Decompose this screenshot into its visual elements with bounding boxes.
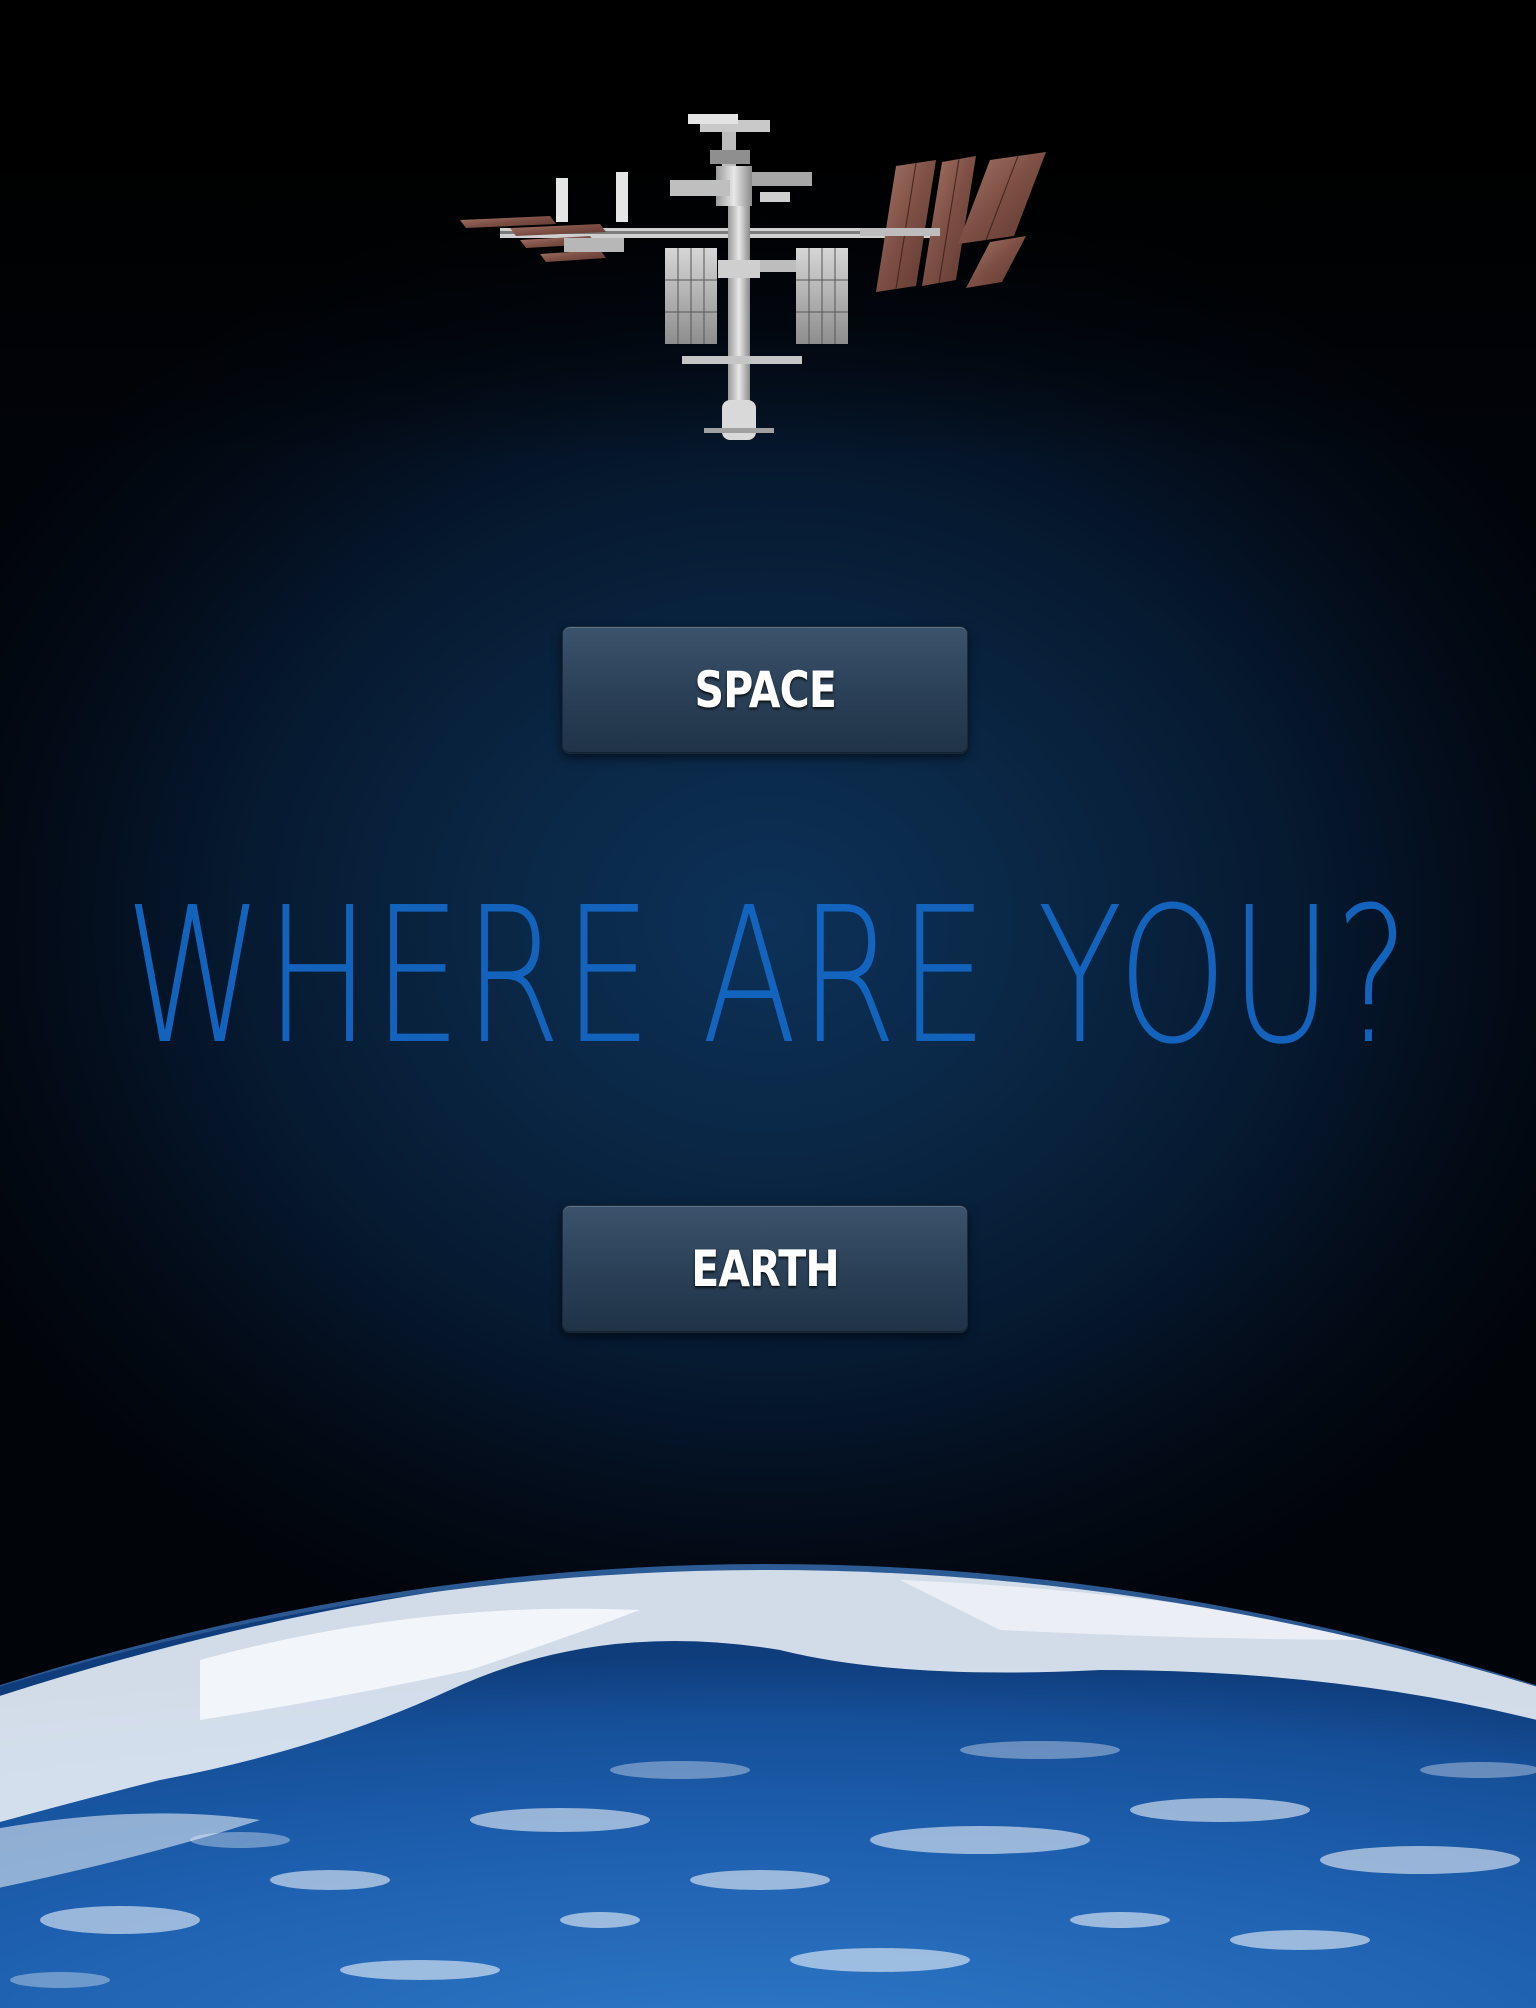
headline-text: WHERE ARE YOU? <box>124 866 1412 1086</box>
earth-button[interactable]: EARTH <box>562 1205 968 1333</box>
space-station-image <box>460 114 1046 440</box>
earth-horizon-image <box>0 1564 1536 2008</box>
headline-container: WHERE ARE YOU? <box>0 867 1536 1086</box>
space-button[interactable]: SPACE <box>562 626 968 754</box>
landing-screen: SPACE WHERE ARE YOU? EARTH <box>0 0 1536 2008</box>
space-button-label: SPACE <box>694 661 836 719</box>
earth-button-label: EARTH <box>691 1240 839 1298</box>
